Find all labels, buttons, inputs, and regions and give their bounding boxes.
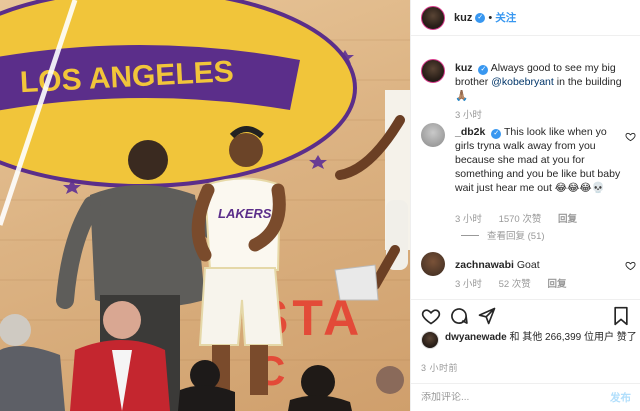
comment-input[interactable] (421, 392, 591, 403)
action-icons (419, 306, 634, 326)
verified-icon: ✓ (475, 12, 486, 23)
post-comment-button[interactable]: 发布 (610, 390, 631, 405)
list-item: zachnawabi Goat 3 小时 52 次赞 回复 (421, 252, 636, 299)
caption-text: kuz ✓ Always good to see my big brother … (455, 61, 623, 103)
view-replies-button[interactable]: 查看回复 (51) (461, 228, 545, 242)
heart-icon[interactable] (625, 260, 636, 271)
avatar[interactable] (421, 252, 445, 276)
comment-body: Goat (516, 259, 540, 271)
verified-icon: ✓ (478, 65, 489, 75)
list-item: _db2k ✓ This look like when yo girls try… (421, 123, 636, 243)
view-replies-label: 查看回复 (51) (487, 231, 545, 242)
avatar[interactable] (421, 59, 445, 83)
comment-time: 3 小时 (455, 279, 482, 290)
likes-text: dwyanewade 和 其他 266,399 位用户 赞了 (445, 331, 640, 344)
comment-username[interactable]: zachnawabi (455, 259, 514, 271)
comment-text: zachnawabi Goat (455, 258, 623, 272)
share-icon[interactable] (477, 306, 497, 326)
jersey-text: LAKERS (218, 206, 272, 221)
post-panel: kuz ✓ • 关注 kuz ✓ Always good to see my b… (410, 0, 640, 411)
verified-icon: ✓ (491, 129, 502, 139)
caption-meta: 3 小时 (455, 107, 496, 121)
comment-icon[interactable] (449, 306, 469, 326)
caption-time: 3 小时 (455, 110, 482, 121)
comment-time: 3 小时 (455, 214, 482, 225)
caption: kuz ✓ Always good to see my big brother … (421, 59, 636, 129)
separator-dot: • (488, 11, 493, 24)
post-header: kuz ✓ • 关注 (411, 0, 640, 36)
photo-illustration: LOS ANGELES STA C LAKERS (0, 0, 410, 411)
comment-likes[interactable]: 52 次赞 (499, 279, 531, 290)
reply-button[interactable]: 回复 (558, 214, 577, 225)
comments-list[interactable]: kuz ✓ Always good to see my big brother … (411, 37, 640, 299)
caption-username[interactable]: kuz (455, 62, 473, 74)
add-comment-bar: 发布 (411, 383, 640, 411)
liker-username[interactable]: dwyanewade (445, 332, 507, 343)
heart-icon[interactable] (625, 131, 636, 142)
mention-link[interactable]: @kobebryant (491, 76, 554, 88)
follow-button[interactable]: 关注 (495, 10, 516, 25)
comment-meta: 3 小时 1570 次赞 回复 (455, 211, 591, 225)
comment-likes[interactable]: 1570 次赞 (499, 214, 542, 225)
reply-button[interactable]: 回复 (547, 279, 566, 290)
post-photo[interactable]: LOS ANGELES STA C LAKERS (0, 0, 410, 411)
avatar[interactable] (421, 331, 439, 349)
post-timestamp: 3 小时前 (421, 363, 459, 373)
heart-icon[interactable] (421, 306, 441, 326)
post-actions: dwyanewade 和 其他 266,399 位用户 赞了 3 小时前 (411, 299, 640, 383)
divider-line (461, 235, 479, 236)
comment-username[interactable]: _db2k (455, 126, 485, 138)
avatar[interactable] (421, 123, 445, 147)
header-username[interactable]: kuz (454, 12, 472, 24)
likes-count-text[interactable]: 和 其他 266,399 位用户 赞了 (509, 332, 636, 343)
avatar[interactable] (421, 5, 445, 30)
comment-text: _db2k ✓ This look like when yo girls try… (455, 125, 623, 195)
likes-summary: dwyanewade 和 其他 266,399 位用户 赞了 (421, 331, 640, 349)
bookmark-icon[interactable] (611, 306, 631, 326)
comment-meta: 3 小时 52 次赞 回复 (455, 276, 580, 290)
